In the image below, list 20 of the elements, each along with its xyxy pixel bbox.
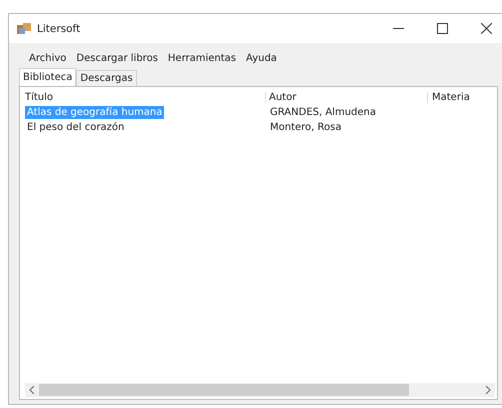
table-cell[interactable]: El peso del corazón: [25, 121, 126, 134]
window-title: Litersoft: [37, 22, 80, 34]
scroll-thumb[interactable]: [39, 384, 409, 396]
table-cell[interactable]: Montero, Rosa: [268, 121, 344, 134]
tab[interactable]: Biblioteca: [19, 68, 76, 86]
menu-item[interactable]: Archivo: [29, 52, 66, 65]
table-cell[interactable]: GRANDES, Almudena: [268, 106, 378, 119]
column-header[interactable]: Materia: [427, 92, 487, 103]
menu-item[interactable]: Descargar libros: [76, 52, 158, 65]
scroll-left-icon[interactable]: [29, 386, 35, 394]
horizontal-scrollbar[interactable]: [25, 383, 495, 397]
tab[interactable]: Descargas: [76, 70, 137, 86]
maximize-icon[interactable]: [437, 23, 448, 34]
app-icon: [17, 22, 31, 34]
menu-item[interactable]: Herramientas: [168, 52, 236, 65]
close-icon[interactable]: [481, 23, 492, 34]
menu-item[interactable]: Ayuda: [246, 52, 277, 65]
column-header[interactable]: Título: [25, 92, 265, 103]
scroll-right-icon[interactable]: [485, 386, 491, 394]
column-header[interactable]: Autor: [265, 92, 427, 103]
